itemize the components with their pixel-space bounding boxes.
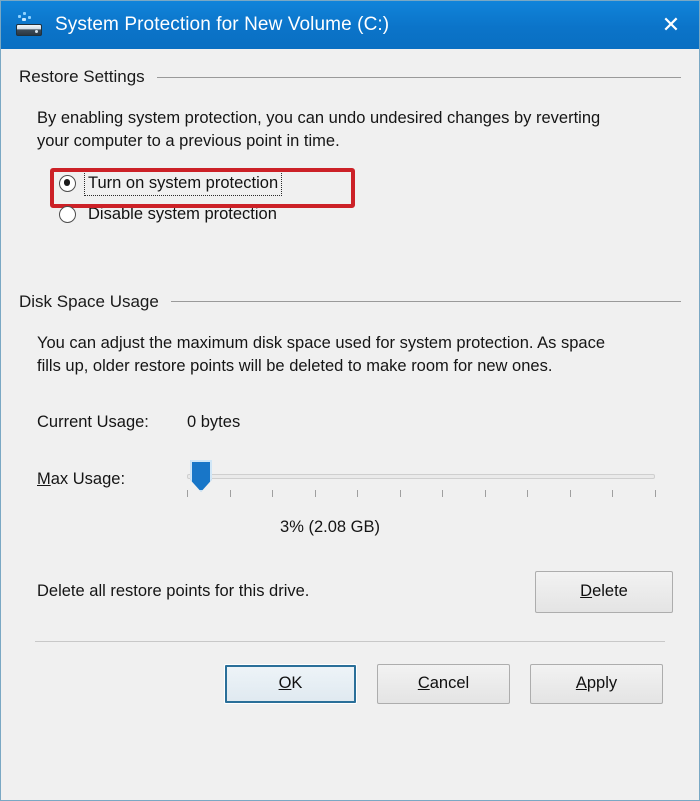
close-icon[interactable]: ✕: [643, 1, 699, 49]
dialog-button-bar: OK Cancel Apply: [19, 642, 681, 704]
radio-button-icon-off[interactable]: [59, 205, 76, 223]
radio-disable-protection[interactable]: Disable system protection: [59, 199, 279, 230]
disk-space-usage-group-header: Disk Space Usage: [19, 292, 681, 312]
title-bar: System Protection for New Volume (C:) ✕: [1, 1, 699, 49]
current-usage-label: Current Usage:: [37, 412, 149, 431]
slider-ticks: [187, 489, 656, 498]
delete-accel: D: [580, 582, 593, 601]
hard-drive-restore-icon: [15, 12, 43, 38]
cancel-accel: C: [417, 674, 430, 693]
disk-space-usage-description: You can adjust the maximum disk space us…: [37, 333, 606, 376]
radio-turn-on-protection[interactable]: Turn on system protection: [59, 168, 283, 199]
max-usage-label-rest: ax Usage:: [50, 470, 126, 489]
max-usage-row: Max Usage:: [37, 458, 681, 502]
group-divider: [156, 76, 681, 78]
apply-button[interactable]: Apply: [530, 663, 663, 704]
delete-restore-points-text: Delete all restore points for this drive…: [37, 582, 310, 601]
usage-readout: 3% (2.08 GB): [280, 517, 380, 536]
delete-restore-points-row: Delete all restore points for this drive…: [37, 570, 681, 613]
max-usage-slider[interactable]: [187, 458, 656, 502]
apply-accel: A: [575, 674, 587, 693]
radio-turn-on-protection-label: Turn on system protection: [83, 170, 283, 196]
window-title: System Protection for New Volume (C:): [55, 14, 390, 35]
radio-button-icon-on[interactable]: [59, 174, 76, 192]
radio-disable-protection-label: Disable system protection: [88, 204, 277, 223]
current-usage-value: 0 bytes: [187, 412, 241, 431]
slider-track[interactable]: [187, 473, 655, 479]
cancel-button[interactable]: Cancel: [377, 663, 510, 704]
restore-settings-group-header: Restore Settings: [19, 67, 681, 87]
protection-radio-group: Turn on system protection Disable system…: [19, 167, 681, 230]
max-usage-accel: M: [37, 470, 51, 489]
restore-settings-label: Restore Settings: [19, 67, 145, 86]
disk-space-usage-label: Disk Space Usage: [19, 291, 159, 311]
cancel-label-rest: ancel: [429, 674, 470, 693]
restore-settings-description: By enabling system protection, you can u…: [37, 109, 601, 151]
ok-label-rest: K: [291, 674, 303, 693]
ok-button[interactable]: OK: [224, 663, 357, 704]
dialog-body: Restore Settings By enabling system prot…: [1, 67, 699, 704]
ok-accel: O: [278, 674, 292, 693]
current-usage-row: Current Usage: 0 bytes: [37, 413, 681, 432]
max-usage-label: Max Usage:: [37, 470, 187, 489]
delete-label-rest: elete: [592, 582, 628, 601]
system-protection-dialog: System Protection for New Volume (C:) ✕ …: [0, 0, 700, 801]
apply-label-rest: pply: [586, 674, 618, 693]
delete-button[interactable]: Delete: [535, 570, 673, 613]
slider-thumb[interactable]: [190, 459, 213, 492]
group-divider: [170, 301, 681, 303]
